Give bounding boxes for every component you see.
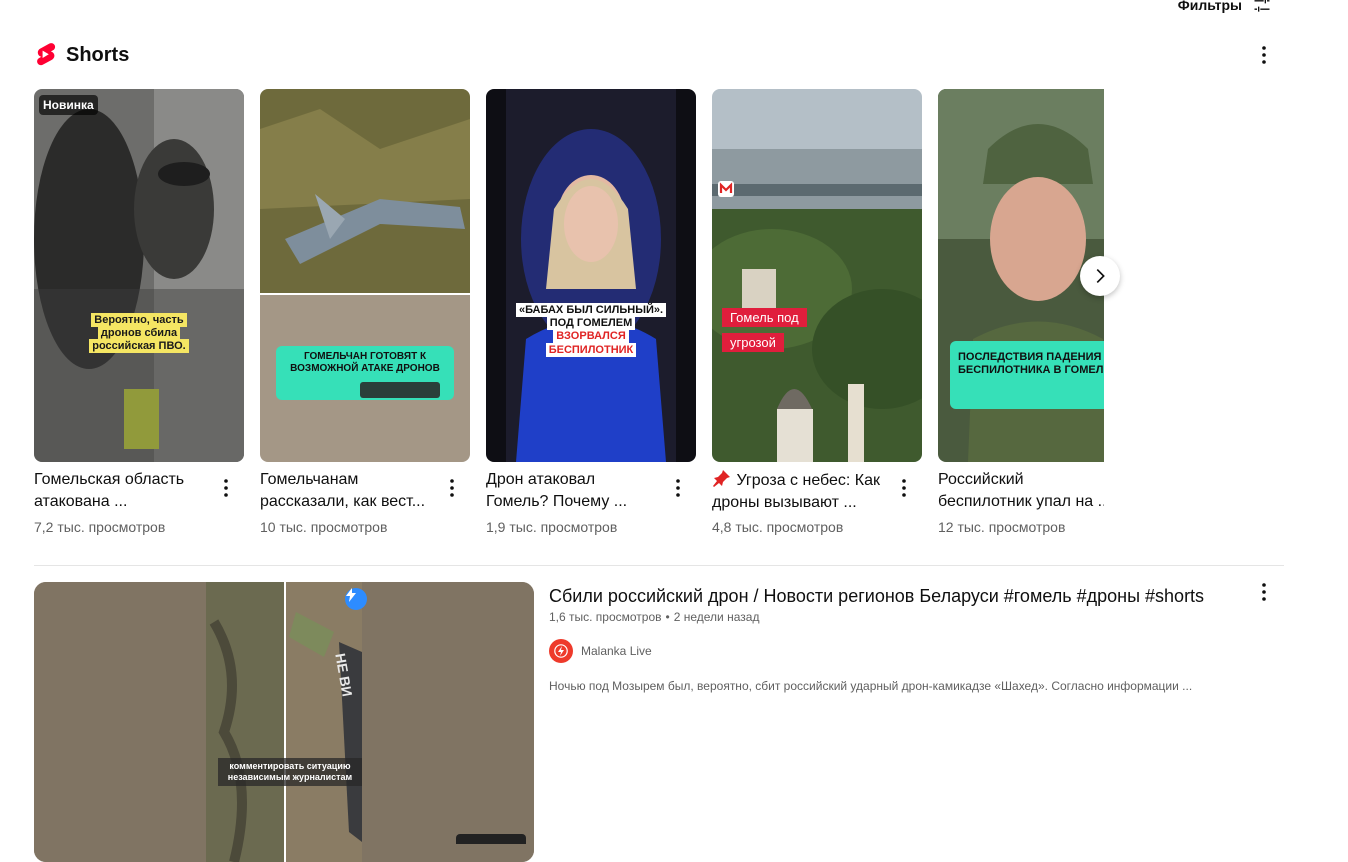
short-title-line: Российский: [938, 471, 1024, 488]
filters-label: Фильтры: [1177, 0, 1242, 13]
shorts-logo-icon: [37, 43, 56, 66]
short-card[interactable]: ГОМЕЛЬЧАН ГОТОВЯТ К ВОЗМОЖНОЙ АТАКЕ ДРОН…: [260, 89, 470, 535]
video-meta: 1,6 тыс. просмотров • 2 недели назад: [549, 610, 759, 624]
lightning-badge-icon: [345, 588, 367, 610]
pushpin-icon: [713, 470, 730, 487]
sliders-icon: [1254, 0, 1270, 12]
short-views: 4,8 тыс. просмотров: [712, 519, 844, 535]
more-vert-icon: [902, 479, 906, 497]
short-menu-button[interactable]: [214, 476, 238, 500]
short-thumbnail[interactable]: «БАБАХ БЫЛ СИЛЬНЫЙ». ПОД ГОМЕЛЕМ ВЗОРВАЛ…: [486, 89, 696, 462]
short-overlay-line: Гомель под: [722, 308, 807, 327]
short-overlay-line: БЕСПИЛОТНИК: [545, 342, 637, 357]
short-overlay-caption: Вероятно, часть дронов сбила российская …: [89, 313, 189, 354]
short-title-line: рассказали, как вест...: [260, 493, 426, 510]
filters-button[interactable]: Фильтры: [1178, 0, 1272, 15]
short-thumbnail-image: [712, 89, 922, 462]
channel-name[interactable]: Malanka Live: [581, 644, 652, 658]
lightning-icon: [554, 644, 568, 658]
short-menu-button[interactable]: [440, 476, 464, 500]
short-views: 12 тыс. просмотров: [938, 519, 1066, 535]
short-menu-button[interactable]: [892, 476, 916, 500]
shorts-shelf-header: Shorts: [34, 42, 129, 68]
short-thumbnail[interactable]: Новинка Вероятно, часть дронов сбила рос…: [34, 89, 244, 462]
short-title-line: Гомельчанам: [260, 471, 359, 488]
short-overlay-text: Вероятно, часть дронов сбила российская …: [86, 313, 192, 354]
short-thumbnail[interactable]: Гомель под угрозой: [712, 89, 922, 462]
short-overlay-line: «БАБАХ БЫЛ СИЛЬНЫЙ».: [515, 303, 667, 317]
video-menu-button[interactable]: [1252, 580, 1276, 604]
new-badge: Новинка: [39, 95, 98, 115]
video-description: Ночью под Мозырем был, вероятно, сбит ро…: [549, 679, 1193, 693]
short-overlay-text: «БАБАХ БЫЛ СИЛЬНЫЙ». ПОД ГОМЕЛЕМ ВЗОРВАЛ…: [506, 303, 676, 357]
short-title-line: Дрон атаковал: [486, 471, 596, 488]
video-age: 2 недели назад: [673, 610, 760, 624]
more-vert-icon: [450, 479, 454, 497]
short-views: 10 тыс. просмотров: [260, 519, 388, 535]
short-thumbnail[interactable]: ГОМЕЛЬЧАН ГОТОВЯТ К ВОЗМОЖНОЙ АТАКЕ ДРОН…: [260, 89, 470, 462]
short-overlay-line: ПОД ГОМЕЛЕМ: [546, 316, 636, 331]
short-title-line: беспилотник упал на ...: [938, 493, 1104, 510]
short-views: 1,9 тыс. просмотров: [486, 519, 618, 535]
more-vert-icon: [1262, 583, 1266, 601]
short-title[interactable]: Угроза с небес: Как дроны вызывают ...: [712, 469, 892, 514]
video-title[interactable]: Сбили российский дрон / Новости регионов…: [549, 584, 1204, 608]
short-overlay-caption: ПОСЛЕДСТВИЯ ПАДЕНИЯ БЕСПИЛОТНИКА В ГОМЕЛ: [958, 351, 1104, 377]
short-thumbnail-image: [34, 89, 244, 462]
short-title[interactable]: Гомельская область атакована ...: [34, 469, 214, 513]
duration-badge: [456, 834, 526, 844]
thumb-caption: комментировать ситуацию независимым журн…: [218, 758, 362, 786]
channel-link[interactable]: Malanka Live: [549, 639, 652, 663]
short-overlay-arrows: [360, 382, 440, 398]
short-overlay-line: угрозой: [722, 333, 784, 352]
short-overlay-text: Гомель под угрозой: [722, 305, 807, 355]
shelf-menu-button[interactable]: [1252, 43, 1276, 67]
section-divider: [34, 565, 1284, 566]
short-thumbnail-image: [260, 89, 470, 462]
short-thumbnail-image: [486, 89, 696, 462]
short-overlay-caption: ГОМЕЛЬЧАН ГОТОВЯТ К ВОЗМОЖНОЙ АТАКЕ ДРОН…: [290, 351, 440, 374]
shorts-shelf: Новинка Вероятно, часть дронов сбила рос…: [34, 89, 1104, 549]
short-title-line: Гомельская область: [34, 471, 185, 488]
chevron-right-icon: [1096, 268, 1105, 284]
meta-separator: •: [665, 610, 670, 624]
more-vert-icon: [224, 479, 228, 497]
short-title-line: Гомель? Почему ...: [486, 493, 628, 510]
short-title-line: Угроза с небес: Как: [712, 469, 892, 492]
short-menu-button[interactable]: [666, 476, 690, 500]
more-vert-icon: [676, 479, 680, 497]
short-title[interactable]: Дрон атаковал Гомель? Почему ...: [486, 469, 666, 513]
more-vert-icon: [1262, 46, 1266, 64]
short-card[interactable]: Гомель под угрозой Угроза с небес: Как д…: [712, 89, 922, 535]
channel-avatar[interactable]: [549, 639, 573, 663]
short-title[interactable]: Российский беспилотник упал на ...: [938, 469, 1104, 513]
short-title-line: атакована ...: [34, 493, 128, 510]
video-thumbnail-image: [34, 582, 534, 862]
short-title-line: дроны вызывают ...: [712, 494, 857, 511]
short-views: 7,2 тыс. просмотров: [34, 519, 166, 535]
video-thumbnail[interactable]: НЕ ВИ комментировать ситуацию независимы…: [34, 582, 534, 862]
short-title-text: Угроза с небес: Как: [736, 472, 881, 489]
channel-logo-icon: [718, 181, 734, 197]
short-card[interactable]: «БАБАХ БЫЛ СИЛЬНЫЙ». ПОД ГОМЕЛЕМ ВЗОРВАЛ…: [486, 89, 696, 535]
shelf-next-button[interactable]: [1080, 256, 1120, 296]
video-views: 1,6 тыс. просмотров: [549, 610, 662, 624]
short-overlay-line: ВЗОРВАЛСЯ: [553, 329, 629, 344]
short-title[interactable]: Гомельчанам рассказали, как вест...: [260, 469, 440, 513]
shelf-title: Shorts: [66, 43, 130, 66]
short-card[interactable]: Новинка Вероятно, часть дронов сбила рос…: [34, 89, 244, 535]
